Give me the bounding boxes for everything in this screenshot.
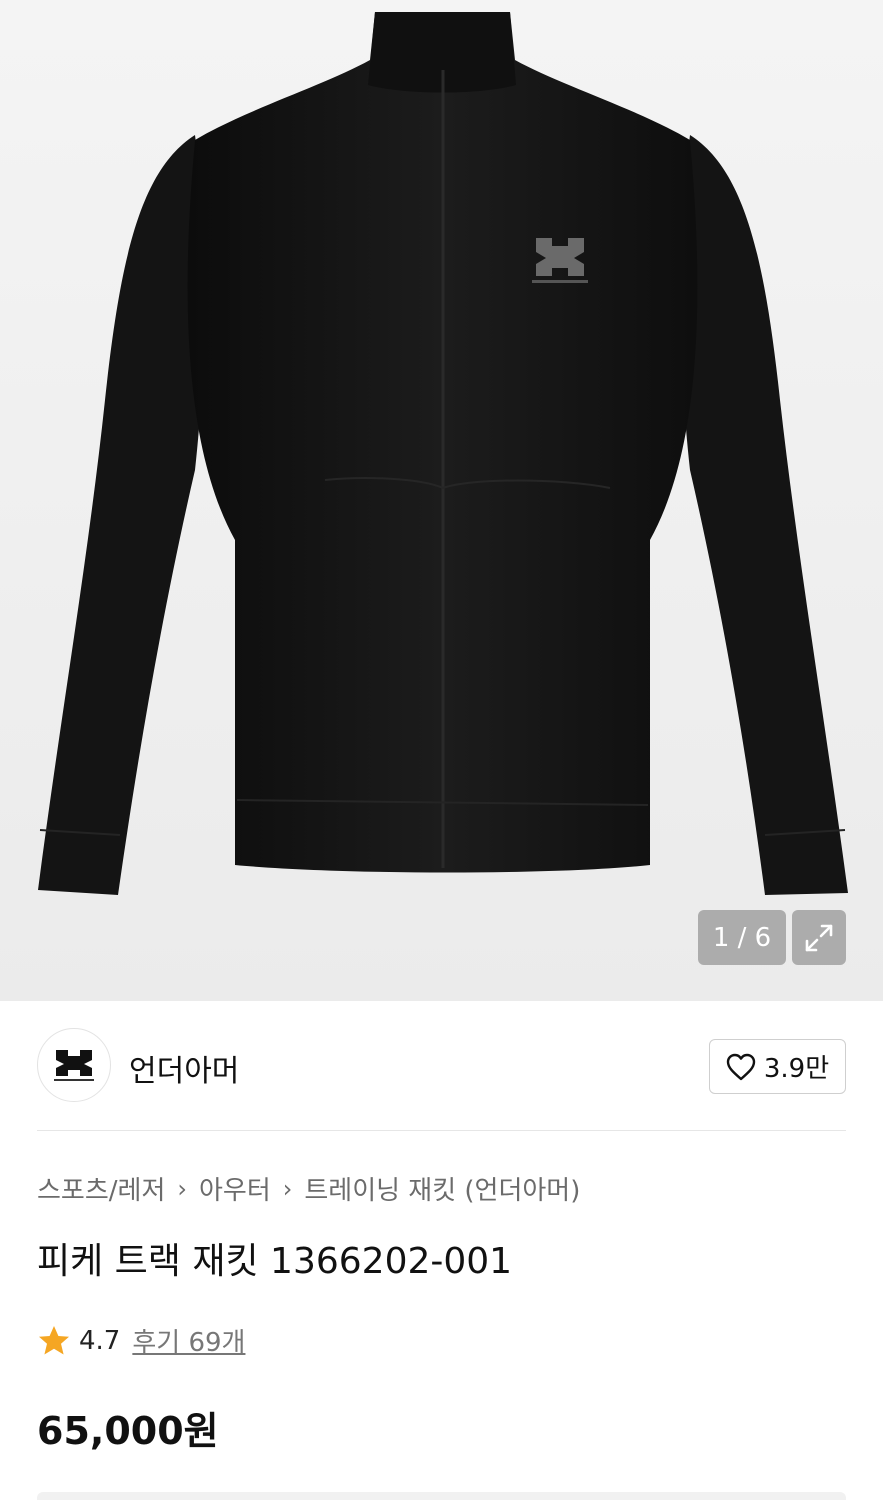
image-counter: 1 / 6 xyxy=(698,910,786,965)
product-price: 65,000원 xyxy=(37,1409,219,1453)
under-armour-logo xyxy=(54,1050,94,1081)
breadcrumb-item-training-jacket[interactable]: 트레이닝 재킷 (언더아머) xyxy=(304,1170,580,1207)
breadcrumb-item-category[interactable]: 스포츠/레저 xyxy=(37,1170,165,1207)
chevron-right-icon: › xyxy=(282,1174,293,1203)
divider xyxy=(37,1130,846,1131)
product-image xyxy=(38,12,848,895)
product-title: 피케 트랙 재킷 1366202-001 xyxy=(37,1241,513,1282)
breadcrumb-item-outer[interactable]: 아우터 xyxy=(199,1170,271,1207)
breadcrumb: 스포츠/레저 › 아우터 › 트레이닝 재킷 (언더아머) xyxy=(37,1170,580,1207)
expand-icon xyxy=(805,924,833,951)
product-image-gallery[interactable]: 1 / 6 xyxy=(0,0,883,1001)
like-button[interactable]: 3.9만 xyxy=(709,1039,846,1094)
chevron-right-icon: › xyxy=(177,1174,187,1203)
rating-row: 4.7 후기 69개 xyxy=(37,1322,245,1359)
expand-button[interactable] xyxy=(792,910,846,965)
next-section-edge xyxy=(37,1492,846,1500)
brand-name[interactable]: 언더아머 xyxy=(129,1046,239,1090)
reviews-link[interactable]: 후기 69개 xyxy=(132,1322,245,1359)
brand-row: 언더아머 3.9만 xyxy=(37,1028,846,1104)
brand-logo[interactable] xyxy=(37,1028,111,1102)
rating-score: 4.7 xyxy=(79,1325,121,1356)
heart-outline-icon xyxy=(726,1053,756,1080)
like-count: 3.9만 xyxy=(763,1054,830,1084)
star-icon xyxy=(39,1325,69,1354)
